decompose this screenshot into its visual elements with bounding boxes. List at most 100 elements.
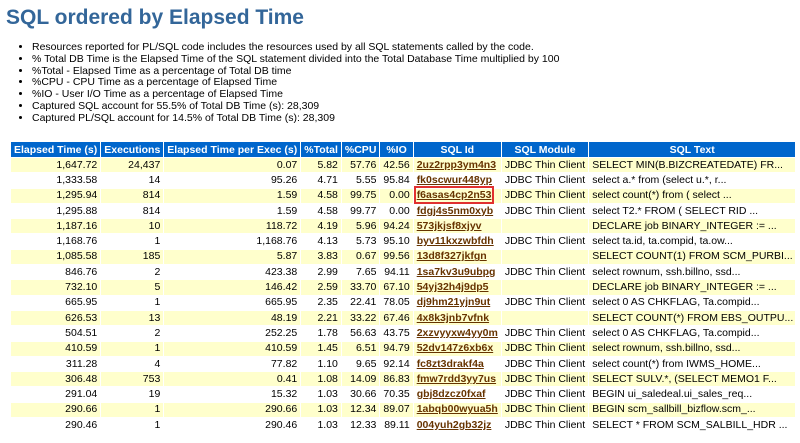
executions-cell: 814 xyxy=(101,188,164,203)
pct-cpu-cell: 14.09 xyxy=(341,372,380,387)
executions-cell: 1 xyxy=(101,402,164,418)
elapsed-per-exec-cell: 5.87 xyxy=(164,249,301,265)
sql-id-cell: f6asas4cp2n53 xyxy=(413,186,501,205)
elapsed-time-cell: 732.10 xyxy=(11,280,101,295)
sql-id-link[interactable]: 4x8k3jnb7vfnk xyxy=(417,312,489,324)
sql-text-cell: select rownum, ssh.billno, ssd... xyxy=(589,341,796,356)
executions-cell: 814 xyxy=(101,203,164,219)
elapsed-per-exec-cell: 95.26 xyxy=(164,173,301,188)
sql-module-cell: JDBC Thin Client xyxy=(501,158,589,173)
pct-cpu-cell: 5.73 xyxy=(341,234,380,249)
pct-total-cell: 4.71 xyxy=(301,173,341,188)
sql-module-cell: JDBC Thin Client xyxy=(501,295,589,310)
notes-list: Resources reported for PL/SQL code inclu… xyxy=(12,41,559,125)
executions-cell: 4 xyxy=(101,356,164,372)
sql-id-link[interactable]: fk0scwur448yp xyxy=(417,174,492,186)
note-item: Captured PL/SQL account for 14.5% of Tot… xyxy=(32,112,559,125)
sql-elapsed-table: Elapsed Time (s) Executions Elapsed Time… xyxy=(10,141,796,433)
col-header-executions: Executions xyxy=(101,142,164,157)
sql-text-cell: select 0 AS CHKFLAG, Ta.compid... xyxy=(589,326,796,341)
executions-cell: 10 xyxy=(101,219,164,234)
executions-cell: 14 xyxy=(101,173,164,188)
elapsed-per-exec-cell: 0.07 xyxy=(164,158,301,173)
pct-total-cell: 1.08 xyxy=(301,372,341,387)
elapsed-time-cell: 665.95 xyxy=(11,295,101,310)
table-row: 1,647.72 24,437 0.07 5.82 57.76 42.56 2uz2rpp3… xyxy=(11,158,796,173)
pct-total-cell: 2.59 xyxy=(301,280,341,295)
table-row: 311.28 4 77.82 1.10 9.65 92.14 fc8zt3drakf4a JD… xyxy=(11,356,796,372)
sql-id-link[interactable]: 1abqb00wyua5h xyxy=(417,403,498,415)
elapsed-time-cell: 1,295.88 xyxy=(11,203,101,219)
table-row: 410.59 1 410.59 1.45 6.51 94.79 52dv147z6xb6x J… xyxy=(11,341,796,356)
elapsed-per-exec-cell: 1,168.76 xyxy=(164,234,301,249)
sql-text-cell: DECLARE job BINARY_INTEGER := ... xyxy=(589,219,796,234)
elapsed-per-exec-cell: 665.95 xyxy=(164,295,301,310)
sql-text-cell: select T2.* FROM ( SELECT RID ... xyxy=(589,203,796,219)
pct-io-cell: 94.24 xyxy=(380,219,413,234)
pct-io-cell: 86.83 xyxy=(380,372,413,387)
pct-cpu-cell: 9.65 xyxy=(341,356,380,372)
pct-cpu-cell: 22.41 xyxy=(341,295,380,310)
executions-cell: 19 xyxy=(101,387,164,402)
executions-cell: 1 xyxy=(101,234,164,249)
elapsed-per-exec-cell: 410.59 xyxy=(164,341,301,356)
sql-text-cell: select ta.id, ta.compid, ta.ow... xyxy=(589,234,796,249)
col-header-sql-id: SQL Id xyxy=(413,142,501,157)
elapsed-time-cell: 1,085.58 xyxy=(11,249,101,265)
sql-id-link[interactable]: 1sa7kv3u9ubpg xyxy=(417,266,496,278)
sql-id-cell: 004yuh2gb32jz xyxy=(413,418,501,433)
sql-id-link[interactable]: fdgj4s5nm0xyb xyxy=(417,205,493,217)
sql-id-link[interactable]: fmw7rdd3yy7us xyxy=(417,373,496,385)
pct-io-cell: 42.56 xyxy=(380,158,413,173)
sql-id-link[interactable]: 2uz2rpp3ym4n3 xyxy=(417,159,496,171)
sql-id-cell: 13d8f327jkfgn xyxy=(413,249,501,265)
elapsed-time-cell: 1,295.94 xyxy=(11,188,101,203)
sql-module-cell: JDBC Thin Client xyxy=(501,387,589,402)
elapsed-per-exec-cell: 423.38 xyxy=(164,265,301,280)
sql-id-link[interactable]: 13d8f327jkfgn xyxy=(417,250,487,262)
pct-total-cell: 5.82 xyxy=(301,158,341,173)
pct-cpu-cell: 30.66 xyxy=(341,387,380,402)
pct-total-cell: 1.10 xyxy=(301,356,341,372)
pct-total-cell: 1.03 xyxy=(301,418,341,433)
sql-module-cell xyxy=(501,219,589,234)
table-row: 290.46 1 290.46 1.03 12.33 89.11 004yuh2gb32jz… xyxy=(11,418,796,433)
sql-id-link[interactable]: dj9hm21yjn9ut xyxy=(417,296,491,308)
table-row: 504.51 2 252.25 1.78 56.63 43.75 2xzvyyxw4yy0m… xyxy=(11,326,796,341)
pct-cpu-cell: 6.51 xyxy=(341,341,380,356)
sql-id-link[interactable]: 573jkjsf8xjyv xyxy=(417,220,482,232)
sql-text-cell: SELECT SULV.*, (SELECT MEMO1 F... xyxy=(589,372,796,387)
sql-module-cell: JDBC Thin Client xyxy=(501,188,589,203)
elapsed-per-exec-cell: 290.46 xyxy=(164,418,301,433)
sql-id-link[interactable]: 52dv147z6xb6x xyxy=(417,342,493,354)
sql-id-link[interactable]: byv11kxzwbfdh xyxy=(417,235,494,247)
sql-module-cell: JDBC Thin Client xyxy=(501,265,589,280)
sql-text-cell: BEGIN scm_sallbill_bizflow.scm_... xyxy=(589,402,796,418)
sql-id-link[interactable]: 004yuh2gb32jz xyxy=(417,419,492,431)
sql-id-cell: gbj8dzcz0fxaf xyxy=(413,387,501,402)
sql-id-cell: 1abqb00wyua5h xyxy=(413,402,501,418)
sql-id-link[interactable]: fc8zt3drakf4a xyxy=(417,358,484,370)
table-header-row: Elapsed Time (s) Executions Elapsed Time… xyxy=(11,142,796,157)
elapsed-time-cell: 1,187.16 xyxy=(11,219,101,234)
sql-id-link[interactable]: 54yj32h4j9dp5 xyxy=(417,281,489,293)
sql-text-cell: SELECT MIN(B.BIZCREATEDATE) FR... xyxy=(589,158,796,173)
sql-id-link[interactable]: gbj8dzcz0fxaf xyxy=(417,388,486,400)
sql-module-cell: JDBC Thin Client xyxy=(501,418,589,433)
elapsed-per-exec-cell: 252.25 xyxy=(164,326,301,341)
col-header-pct-total: %Total xyxy=(301,142,341,157)
sql-module-cell xyxy=(501,249,589,265)
sql-id-cell: 2xzvyyxw4yy0m xyxy=(413,326,501,341)
pct-io-cell: 0.00 xyxy=(380,188,413,203)
pct-total-cell: 2.21 xyxy=(301,310,341,326)
elapsed-time-cell: 410.59 xyxy=(11,341,101,356)
sql-text-cell: SELECT COUNT(*) FROM EBS_OUTPU... xyxy=(589,310,796,326)
sql-id-link[interactable]: f6asas4cp2n53 xyxy=(413,186,495,205)
col-header-sql-module: SQL Module xyxy=(501,142,589,157)
pct-cpu-cell: 5.96 xyxy=(341,219,380,234)
table-row: 1,333.58 14 95.26 4.71 5.55 95.84 fk0scwur448y… xyxy=(11,173,796,188)
pct-total-cell: 1.45 xyxy=(301,341,341,356)
sql-id-cell: 54yj32h4j9dp5 xyxy=(413,280,501,295)
pct-io-cell: 94.79 xyxy=(380,341,413,356)
sql-id-link[interactable]: 2xzvyyxw4yy0m xyxy=(417,327,498,339)
